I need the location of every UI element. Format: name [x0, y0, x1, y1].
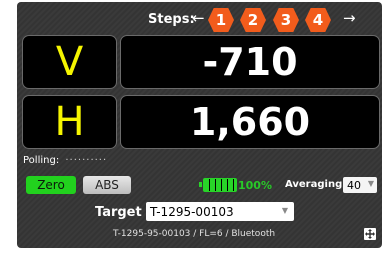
battery-percent: 100% [238, 179, 272, 192]
steps-label: Steps: [148, 12, 195, 27]
target-value: T-1295-00103 [150, 204, 234, 219]
v-value-box: -710 [120, 35, 380, 89]
v-value-readout: -710 [202, 40, 298, 84]
target-label: Target [95, 205, 142, 220]
step-4-button[interactable]: 4 [305, 8, 331, 32]
h-value-readout: 1,660 [189, 100, 311, 144]
v-axis-box: V [22, 35, 117, 89]
step-2-button[interactable]: 2 [240, 8, 266, 32]
target-select[interactable]: T-1295-00103 ▼ [146, 202, 294, 221]
chevron-down-icon: ▼ [281, 206, 288, 215]
step-1-button[interactable]: 1 [208, 8, 234, 32]
steps-bar: Steps: ← 1 2 3 4 → [17, 6, 382, 34]
h-value-box: 1,660 [120, 95, 380, 149]
steps-left-arrow-icon[interactable]: ← [192, 9, 205, 27]
averaging-label: Averaging: [285, 179, 347, 190]
zero-button[interactable]: Zero [26, 176, 76, 194]
device-info-footer: T-1295-95-00103 / FL=6 / Bluetooth [113, 229, 276, 239]
chevron-down-icon: ▼ [367, 179, 374, 188]
h-axis-label: H [54, 99, 85, 145]
polling-status: Polling: ·········· [23, 155, 107, 166]
expand-arrows-icon[interactable] [364, 228, 376, 240]
steps-right-arrow-icon[interactable]: → [343, 9, 356, 27]
polling-indicator: ·········· [65, 155, 108, 166]
v-axis-label: V [55, 39, 84, 85]
battery-full-icon [199, 178, 237, 192]
step-3-button[interactable]: 3 [273, 8, 299, 32]
device-panel: Steps: ← 1 2 3 4 → V -710 H 1,660 Pollin… [17, 2, 382, 248]
polling-label: Polling: [23, 155, 60, 166]
averaging-select[interactable]: 40 ▼ [343, 177, 377, 193]
abs-button[interactable]: ABS [83, 176, 131, 194]
h-axis-box: H [22, 95, 117, 149]
averaging-value: 40 [347, 178, 361, 192]
